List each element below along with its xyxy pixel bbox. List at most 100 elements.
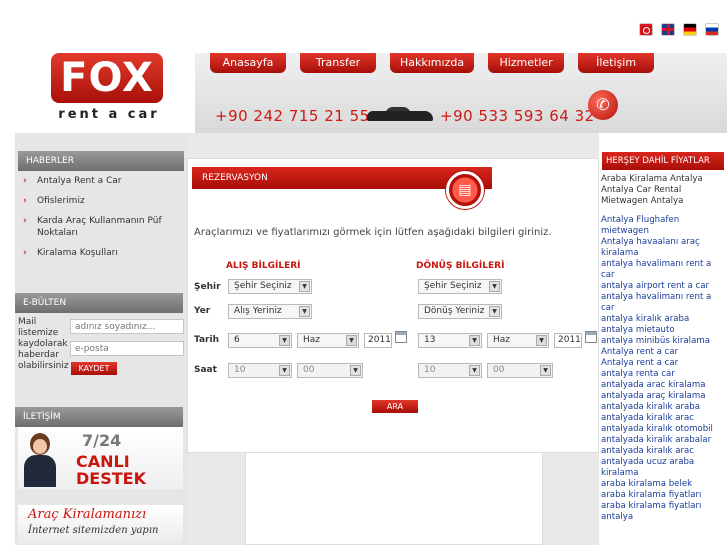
nav-about[interactable]: Hakkımızda xyxy=(390,53,475,73)
news-item[interactable]: Karda Araç Kullanmanın Püf Noktaları xyxy=(21,215,181,239)
keyword-link[interactable]: antalyada kiralık araba xyxy=(601,402,725,413)
keyword-link[interactable]: antalyada kiralık arac xyxy=(601,413,725,424)
newsletter-box: E-BÜLTEN Mail listemize kaydolarak haber… xyxy=(15,293,187,375)
return-hour-select[interactable]: 10 ▼ xyxy=(418,363,482,378)
date-label: Tarih xyxy=(194,335,219,345)
english-flag-icon[interactable] xyxy=(661,23,675,36)
search-button[interactable]: ARA xyxy=(372,400,418,413)
nav-home[interactable]: Anasayfa xyxy=(210,53,286,73)
pickup-title: ALIŞ BİLGİLERİ xyxy=(226,261,301,271)
pickup-minute-value: 00 xyxy=(303,365,315,375)
calendar-icon[interactable] xyxy=(395,331,407,343)
turkish-flag-icon[interactable] xyxy=(639,23,653,36)
keyword-link[interactable]: antalyada kiralık arac xyxy=(601,446,725,457)
contact-box: İLETİŞİM 7/24 CANLI DESTEK xyxy=(15,407,187,489)
pickup-month-value: Haz xyxy=(303,335,321,345)
price-link[interactable]: Araba Kiralama Antalya xyxy=(601,174,725,185)
pickup-city-select[interactable]: Şehir Seçiniz ▼ xyxy=(228,279,312,294)
newsletter-save-button[interactable]: KAYDET xyxy=(71,362,117,375)
pickup-hour-value: 10 xyxy=(234,365,246,375)
reservation-panel: REZERVASYON ▤ Araçlarımızı ve fiyatlarım… xyxy=(187,158,599,453)
dropdown-arrow-icon: ▼ xyxy=(489,281,500,292)
news-box: HABERLER Antalya Rent a Car Ofislerimiz … xyxy=(15,151,187,267)
russian-flag-icon[interactable] xyxy=(705,23,719,36)
reservation-intro: Araçlarımızı ve fiyatlarımızı görmek içi… xyxy=(194,227,552,238)
pickup-day-select[interactable]: 6 ▼ xyxy=(228,333,292,348)
keyword-link[interactable]: antalya havalimanı rent a car xyxy=(601,259,725,281)
keyword-link[interactable]: antalya havalimanı rent a car xyxy=(601,292,725,314)
keyword-link[interactable]: antalya airport rent a car xyxy=(601,281,725,292)
promo-banner[interactable]: Araç Kiralamanızı İnternet sitemizden ya… xyxy=(18,503,183,545)
pickup-city-value: Şehir Seçiniz xyxy=(234,281,292,291)
promo-title: Araç Kiralamanızı xyxy=(28,507,147,522)
dropdown-arrow-icon: ▼ xyxy=(536,335,547,346)
newsletter-text: Mail listemize kaydolarak haberdar olabi… xyxy=(18,317,69,371)
return-year-input[interactable]: 2011 xyxy=(554,333,582,348)
keyword-link[interactable]: antalyada kiralık otomobil xyxy=(601,424,725,435)
pickup-place-select[interactable]: Alış Yeriniz ▼ xyxy=(228,304,312,319)
site-logo[interactable]: FOX rent a car xyxy=(45,53,185,123)
return-day-select[interactable]: 13 ▼ xyxy=(418,333,482,348)
nav-services[interactable]: Hizmetler xyxy=(488,53,565,73)
dropdown-arrow-icon: ▼ xyxy=(350,365,361,376)
nav-transfer[interactable]: Transfer xyxy=(300,53,376,73)
keyword-link[interactable]: antalya minibüs kiralama xyxy=(601,336,725,347)
keyword-link[interactable]: Antalya rent a car xyxy=(601,358,725,369)
keyword-link[interactable]: antalya xyxy=(601,512,725,523)
return-month-value: Haz xyxy=(493,335,511,345)
keyword-link[interactable]: antalya kiralık araba xyxy=(601,314,725,325)
news-item[interactable]: Kiralama Koşulları xyxy=(21,247,181,259)
keyword-link[interactable]: antalyada arac kiralama xyxy=(601,380,725,391)
newsletter-title: E-BÜLTEN xyxy=(15,293,183,313)
page: FOX rent a car Anasayfa Transfer Hakkımı… xyxy=(15,15,727,545)
keyword-link[interactable]: antalyada araç kiralama xyxy=(601,391,725,402)
logo-brand: FOX xyxy=(51,53,163,103)
price-link[interactable]: Mietwagen Antalya xyxy=(601,196,725,207)
lower-content-panel xyxy=(245,452,543,545)
keyword-link[interactable]: araba kiralama fiyatları xyxy=(601,490,725,501)
return-day-value: 13 xyxy=(424,335,436,345)
calendar-icon[interactable] xyxy=(585,331,597,343)
support-text: CANLI DESTEK xyxy=(76,453,146,487)
nav-contact[interactable]: İletişim xyxy=(578,53,655,73)
phone-handset-icon: ✆ xyxy=(588,90,618,120)
newsletter-name-input[interactable] xyxy=(70,319,184,334)
pickup-month-select[interactable]: Haz ▼ xyxy=(297,333,359,348)
keyword-link[interactable]: antalya mietauto xyxy=(601,325,725,336)
return-city-select[interactable]: Şehir Seçiniz ▼ xyxy=(418,279,502,294)
dropdown-arrow-icon: ▼ xyxy=(299,281,310,292)
pickup-minute-select[interactable]: 00 ▼ xyxy=(297,363,363,378)
price-link[interactable]: Antalya Car Rental xyxy=(601,185,725,196)
keyword-link[interactable]: araba kiralama fiyatları xyxy=(601,501,725,512)
keyword-link[interactable]: Antalya havaalanı araç kiralama xyxy=(601,237,725,259)
news-item[interactable]: Antalya Rent a Car xyxy=(21,175,181,187)
return-city-value: Şehir Seçiniz xyxy=(424,281,482,291)
german-flag-icon[interactable] xyxy=(683,23,697,36)
right-sidebar: HERŞEY DAHİL FİYATLAR Araba Kiralama Ant… xyxy=(599,133,727,545)
return-minute-select[interactable]: 00 ▼ xyxy=(487,363,553,378)
car-icon xyxy=(367,107,433,123)
dropdown-arrow-icon: ▼ xyxy=(346,335,357,346)
support-text-line2: DESTEK xyxy=(76,469,146,488)
pickup-year-input[interactable]: 2011 xyxy=(364,333,392,348)
reservation-book-icon: ▤ xyxy=(446,171,484,209)
keyword-link[interactable]: antalyada ucuz araba kiralama xyxy=(601,457,725,479)
logo-tagline: rent a car xyxy=(58,107,160,122)
promo-subtitle: İnternet sitemizden yapın xyxy=(28,525,159,536)
newsletter-email-input[interactable] xyxy=(70,341,184,356)
return-place-select[interactable]: Dönüş Yeriniz ▼ xyxy=(418,304,502,319)
dropdown-arrow-icon: ▼ xyxy=(489,306,500,317)
live-support-banner[interactable]: 7/24 CANLI DESTEK xyxy=(18,427,183,489)
dropdown-arrow-icon: ▼ xyxy=(469,365,480,376)
prices-title: HERŞEY DAHİL FİYATLAR xyxy=(602,152,724,170)
pickup-hour-select[interactable]: 10 ▼ xyxy=(228,363,292,378)
header: FOX rent a car Anasayfa Transfer Hakkımı… xyxy=(15,15,727,133)
keyword-link[interactable]: araba kiralama belek xyxy=(601,479,725,490)
keyword-link[interactable]: Antalya rent a car xyxy=(601,347,725,358)
keyword-link[interactable]: antalya renta car xyxy=(601,369,725,380)
keyword-link[interactable]: antalyada kiralık arabalar xyxy=(601,435,725,446)
news-item[interactable]: Ofislerimiz xyxy=(21,195,181,207)
return-month-select[interactable]: Haz ▼ xyxy=(487,333,549,348)
keyword-link[interactable]: Antalya Flughafen mietwagen xyxy=(601,215,725,237)
support-text-line1: CANLI xyxy=(76,452,130,471)
